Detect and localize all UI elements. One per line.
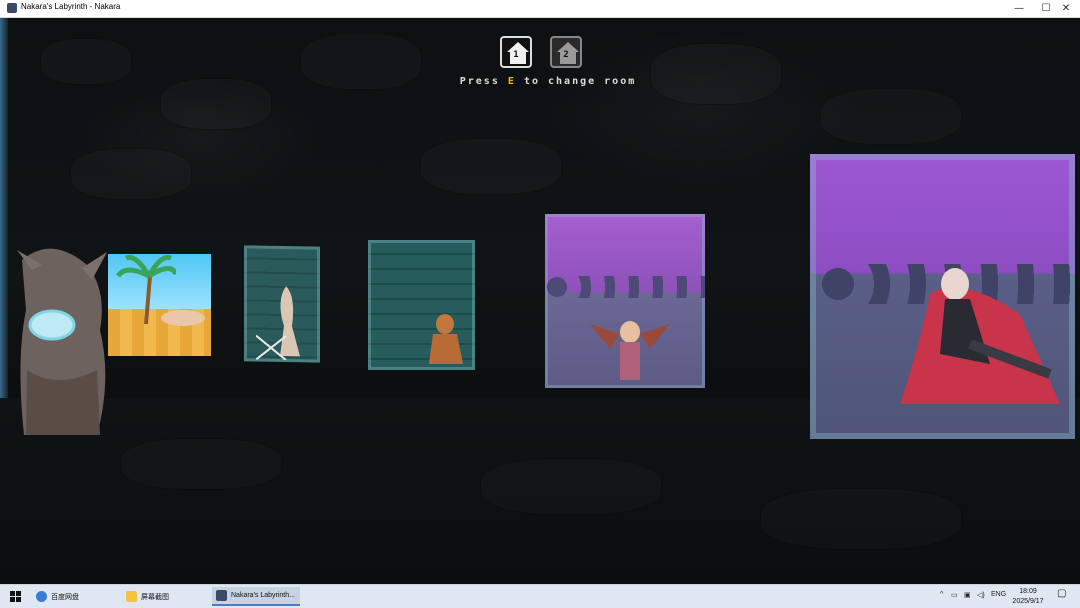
start-button[interactable] (2, 587, 28, 606)
painting-bat-girl (545, 214, 705, 388)
taskbar: 百度网盘 屏幕截图 Nakara's Labyrinth... ^ ▭ ▣ ◁)… (0, 584, 1080, 608)
wall-stone (650, 43, 782, 105)
floor-stone (760, 488, 962, 550)
wall-stone (420, 138, 562, 195)
show-hidden-icons-icon[interactable]: ^ (940, 591, 943, 598)
window-title-bar[interactable]: Nakara's Labyrinth - Nakara — ☐ ✕ (0, 0, 1080, 18)
volume-icon[interactable]: ◁) (977, 591, 985, 599)
creature-statue (17, 248, 107, 435)
windows-logo-icon (9, 591, 21, 602)
window-title: Nakara's Labyrinth - Nakara (21, 2, 121, 11)
change-room-hint: Press E to change room (0, 76, 1080, 87)
clock-date: 2025/9/17 (1012, 598, 1044, 605)
character-figure (590, 321, 670, 380)
cloud-icon (36, 591, 47, 602)
clock-time: 18:09 (1019, 588, 1037, 595)
network-icon[interactable]: ▭ (951, 591, 958, 599)
painting-desert (108, 254, 211, 356)
folder-icon (126, 591, 137, 602)
hint-key: E (507, 76, 516, 87)
wall-stone (70, 148, 192, 200)
painting-red-dress (810, 154, 1075, 439)
character-figure (429, 314, 463, 364)
minimize-button[interactable]: — (1005, 0, 1033, 17)
close-button[interactable]: ✕ (1052, 0, 1080, 17)
hint-suffix: to change room (523, 76, 637, 87)
character-figure (161, 310, 205, 326)
character-figure (256, 286, 300, 361)
room-1-button[interactable]: 1 (500, 36, 532, 68)
taskbar-item-game[interactable]: Nakara's Labyrinth... (212, 587, 300, 606)
floor-stone (120, 438, 282, 490)
wall-stone (820, 88, 962, 145)
game-viewport[interactable]: 1 2 Press E to change room (0, 18, 1080, 584)
room-number: 1 (513, 50, 519, 60)
floor-stone (480, 458, 662, 515)
painting-brick-cell (368, 240, 475, 370)
hint-prefix: Press (459, 76, 500, 87)
taskbar-item-label: Nakara's Labyrinth... (231, 592, 295, 599)
app-icon (7, 3, 17, 13)
painting-teal-cell (244, 245, 320, 363)
battery-icon[interactable]: ▣ (964, 591, 971, 599)
room-2-button[interactable]: 2 (550, 36, 582, 68)
notification-icon[interactable]: ▢ (1057, 588, 1066, 599)
room-number: 2 (563, 50, 569, 60)
system-clock[interactable]: 18:09 2025/9/17 (1004, 587, 1052, 607)
taskbar-item-baidu[interactable]: 百度网盘 (32, 587, 122, 606)
taskbar-item-screenshots[interactable]: 屏幕截图 (122, 587, 210, 606)
character-figure (900, 268, 1060, 404)
game-icon (216, 590, 227, 601)
taskbar-item-label: 百度网盘 (51, 593, 79, 601)
taskbar-item-label: 屏幕截图 (141, 593, 169, 601)
